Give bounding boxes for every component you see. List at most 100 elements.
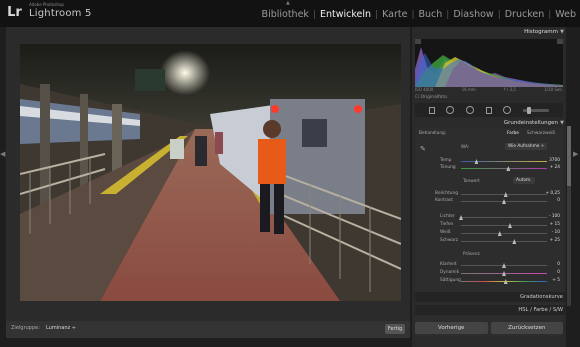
shadows-value[interactable]: + 15 [550, 222, 560, 227]
treatment-label: Behandlung: [419, 131, 447, 136]
iso-value: ISO 4000 [415, 87, 434, 92]
highlights-label: Lichter [440, 214, 455, 219]
lightroom-logo: Lr [7, 5, 22, 20]
focal-length: 16 mm [461, 87, 476, 92]
wb-select[interactable]: Wie Aufnahme ÷ [505, 143, 548, 150]
temp-value[interactable]: 3700 [549, 158, 560, 163]
blacks-value[interactable]: + 25 [550, 238, 560, 243]
temp-label: Temp [440, 158, 452, 163]
basic-panel-body: Behandlung: Farbe Schwarzweiß ✎ WA: Wie … [415, 128, 566, 336]
shadows-slider[interactable] [461, 223, 547, 228]
module-separator: | [497, 9, 501, 20]
highlight-clipping-indicator[interactable] [557, 39, 563, 44]
checkbox-icon: ☐ [415, 95, 420, 100]
clarity-value[interactable]: 0 [557, 262, 560, 267]
saturation-value[interactable]: + 5 [552, 278, 560, 283]
brush-tool-icon[interactable] [523, 106, 550, 114]
basic-header[interactable]: Grundeinstellungen ▼ [412, 118, 566, 128]
whites-value[interactable]: - 10 [552, 230, 560, 235]
contrast-label: Kontrast [435, 198, 453, 203]
module-separator: | [446, 9, 450, 20]
treatment-bw-option[interactable]: Schwarzweiß [527, 131, 555, 136]
aperture: f / 3,5 [504, 87, 516, 92]
hsl-header[interactable]: HSL / Farbe / S/W [415, 305, 566, 315]
shadows-label: Tiefen [440, 222, 454, 227]
subway-platform-photo[interactable] [20, 44, 401, 301]
wb-label: WA: [461, 145, 470, 150]
temp-slider[interactable] [461, 159, 547, 164]
photo-metadata: ISO 4000 16 mm f / 3,5 1/30 Sek. [415, 87, 563, 94]
module-map[interactable]: Karte [382, 9, 407, 20]
reset-button[interactable]: Zurücksetzen [490, 322, 563, 334]
module-picker: Bibliothek | Entwickeln | Karte | Buch |… [262, 9, 576, 20]
crop-tool-icon[interactable] [428, 106, 435, 114]
lightroom-window: Lr Adobe Photoshop Lightroom 5 ▲ Bibliot… [0, 0, 580, 347]
original-photo-toggle[interactable]: ☐ Originalfoto [415, 94, 563, 102]
blacks-slider[interactable] [461, 239, 547, 244]
highlights-value[interactable]: - 100 [549, 214, 560, 219]
target-group-select[interactable]: Luminanz ÷ [46, 325, 76, 331]
histogram-chart [415, 39, 563, 87]
exposure-label: Belichtung [435, 191, 458, 196]
saturation-label: Sättigung [440, 278, 461, 283]
tool-strip [415, 103, 563, 117]
exposure-value[interactable]: + 0,25 [545, 191, 560, 196]
contrast-slider[interactable] [461, 199, 547, 204]
tone-curve-header[interactable]: Gradationskurve [415, 292, 566, 302]
module-web[interactable]: Web [555, 9, 576, 20]
vibrance-label: Dynamik [440, 270, 460, 275]
app-title: Lightroom 5 [29, 8, 92, 19]
treatment-color-option[interactable]: Farbe [507, 131, 519, 136]
radial-filter-icon[interactable] [503, 106, 512, 114]
photo-canvas [6, 27, 410, 321]
collapse-icon: ▼ [560, 120, 564, 126]
graduated-filter-icon[interactable] [485, 106, 492, 114]
module-slideshow[interactable]: Diashow [453, 9, 493, 20]
tint-label: Tönung [440, 165, 456, 170]
panel-scrollbar[interactable] [567, 126, 571, 306]
spot-removal-icon[interactable] [446, 106, 455, 114]
whites-slider[interactable] [461, 231, 547, 236]
saturation-slider[interactable] [461, 279, 547, 284]
bottom-toolbar: Zielgruppe: Luminanz ÷ Fertig [6, 321, 410, 338]
blacks-label: Schwarz [440, 238, 458, 243]
brand-subtitle: Adobe Photoshop [29, 2, 64, 7]
done-button[interactable]: Fertig [385, 324, 405, 334]
panel-buttons: Vorherige Zurücksetzen [412, 322, 566, 336]
module-separator: | [375, 9, 379, 20]
basic-title: Grundeinstellungen [503, 120, 558, 126]
module-print[interactable]: Drucken [505, 9, 545, 20]
module-separator: | [548, 9, 552, 20]
module-develop[interactable]: Entwickeln [320, 9, 371, 20]
hsl-title: HSL / Farbe / S/W [518, 307, 563, 313]
module-separator: | [411, 9, 415, 20]
clarity-slider[interactable] [461, 263, 547, 268]
exposure-slider[interactable] [461, 192, 547, 197]
clarity-label: Klarheit [440, 262, 457, 267]
tint-value[interactable]: + 24 [550, 165, 560, 170]
histogram-header[interactable]: Histogramm ▼ [412, 27, 566, 37]
contrast-value[interactable]: 0 [557, 198, 560, 203]
highlights-slider[interactable] [459, 215, 547, 220]
right-panel-toggle-icon[interactable]: ▶ [573, 150, 578, 158]
target-group-label: Zielgruppe: [11, 325, 40, 331]
top-panel-toggle-icon[interactable]: ▲ [286, 0, 290, 6]
vibrance-slider[interactable] [461, 271, 547, 276]
vibrance-value[interactable]: 0 [557, 270, 560, 275]
previous-button[interactable]: Vorherige [415, 322, 488, 334]
module-book[interactable]: Buch [419, 9, 443, 20]
eyedropper-icon[interactable]: ✎ [420, 145, 426, 153]
shadow-clipping-indicator[interactable] [415, 39, 421, 44]
photo-image [20, 44, 401, 301]
tint-slider[interactable] [461, 166, 547, 171]
whites-label: Weiß [440, 230, 451, 235]
module-library[interactable]: Bibliothek [262, 9, 309, 20]
histogram-title: Histogramm [524, 29, 558, 35]
tone-curve-title: Gradationskurve [520, 294, 563, 300]
histogram-graph [415, 39, 563, 87]
module-bar: Lr Adobe Photoshop Lightroom 5 ▲ Bibliot… [0, 0, 580, 27]
left-panel-toggle-icon[interactable]: ◀ [0, 150, 5, 158]
shutter-speed: 1/30 Sek. [544, 87, 563, 92]
redeye-icon[interactable] [466, 106, 475, 114]
auto-tone-button[interactable]: Autom. [513, 177, 535, 184]
